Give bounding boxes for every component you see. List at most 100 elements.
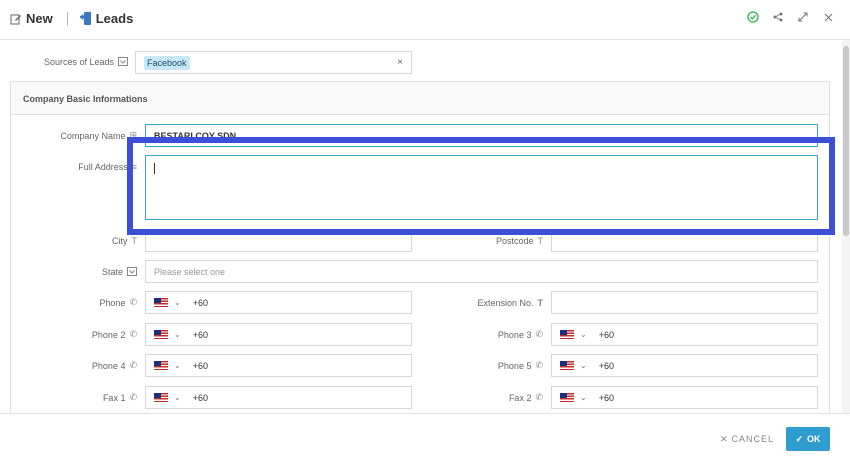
- text-icon: T: [131, 235, 138, 246]
- chevron-down-icon[interactable]: ⌄: [174, 298, 181, 307]
- close-icon[interactable]: [822, 11, 834, 23]
- phone2-label-group: Phone 2 ✆: [20, 327, 137, 342]
- header-title-group: New Leads: [10, 11, 133, 26]
- malaysia-flag-icon[interactable]: [154, 361, 168, 370]
- header-divider: [66, 11, 68, 26]
- extension-label-group: Extension No. T: [430, 295, 543, 310]
- address-label-group: Full Address ≡: [20, 159, 137, 174]
- phone5-input[interactable]: ⌄ +60: [551, 354, 818, 377]
- dropdown-icon: [118, 57, 128, 66]
- phone-icon: ✆: [535, 392, 543, 402]
- fax2-code: +60: [598, 392, 614, 403]
- state-label-group: State: [20, 264, 137, 279]
- chevron-down-icon[interactable]: ⌄: [580, 361, 587, 370]
- dropdown-icon: [127, 267, 137, 276]
- extension-input[interactable]: [551, 291, 818, 314]
- fax2-input[interactable]: ⌄ +60: [551, 386, 818, 409]
- clear-icon[interactable]: ×: [397, 57, 403, 68]
- sources-select[interactable]: Facebook ×: [135, 51, 412, 74]
- text-icon: T: [537, 235, 544, 246]
- chevron-down-icon[interactable]: ⌄: [174, 393, 181, 402]
- vertical-scrollbar[interactable]: [842, 40, 850, 413]
- phone-label-group: Phone ✆: [20, 295, 137, 310]
- fax1-input[interactable]: ⌄ +60: [145, 386, 412, 409]
- state-label: State: [101, 266, 123, 277]
- city-input[interactable]: [145, 229, 412, 252]
- phone3-input[interactable]: ⌄ +60: [551, 323, 818, 346]
- ok-button[interactable]: ✓ OK: [786, 427, 830, 451]
- address-label: Full Address: [78, 161, 128, 172]
- phone4-input[interactable]: ⌄ +60: [145, 354, 412, 377]
- city-label: City: [112, 235, 128, 246]
- dialog-footer: ✕ CANCEL ✓ OK: [0, 413, 850, 460]
- fax2-label-group: Fax 2 ✆: [430, 390, 543, 405]
- new-label: New: [26, 11, 53, 26]
- malaysia-flag-icon[interactable]: [560, 361, 574, 370]
- text-icon: ⊞: [129, 130, 137, 140]
- dialog-header: New Leads: [0, 0, 850, 40]
- check-icon: ✓: [795, 433, 804, 444]
- phone-icon: ✆: [535, 360, 543, 370]
- times-icon: ✕: [720, 433, 729, 444]
- malaysia-flag-icon[interactable]: [154, 298, 168, 307]
- text-icon: ≡: [131, 161, 137, 172]
- address-textarea[interactable]: [145, 155, 818, 220]
- sources-label-group: Sources of Leads: [20, 54, 128, 69]
- fax2-label: Fax 2: [508, 392, 532, 403]
- share-icon[interactable]: [772, 11, 784, 23]
- fax1-label-group: Fax 1 ✆: [20, 390, 137, 405]
- header-actions: [747, 11, 834, 23]
- dialog-body: Sources of Leads Facebook × Company Basi…: [0, 40, 842, 413]
- fax1-label: Fax 1: [102, 392, 126, 403]
- malaysia-flag-icon[interactable]: [154, 393, 168, 402]
- phone5-label: Phone 5: [497, 360, 532, 371]
- phone4-label: Phone 4: [91, 360, 126, 371]
- leads-icon: [79, 11, 92, 26]
- extension-label: Extension No.: [477, 297, 534, 308]
- city-label-group: City T: [20, 233, 137, 248]
- phone4-label-group: Phone 4 ✆: [20, 358, 137, 373]
- postcode-label-group: Postcode T: [430, 233, 543, 248]
- chevron-down-icon[interactable]: ⌄: [174, 361, 181, 370]
- phone-label: Phone: [99, 297, 126, 308]
- malaysia-flag-icon[interactable]: [560, 393, 574, 402]
- malaysia-flag-icon[interactable]: [560, 330, 574, 339]
- phone3-code: +60: [598, 329, 614, 340]
- phone-input[interactable]: ⌄ +60: [145, 291, 412, 314]
- scrollbar-thumb[interactable]: [843, 46, 849, 236]
- company-name-value: BESTARI COY SDN: [154, 130, 237, 141]
- state-placeholder: Please select one: [154, 266, 226, 277]
- phone-icon: ✆: [129, 329, 137, 339]
- phone5-code: +60: [598, 360, 614, 371]
- phone3-label-group: Phone 3 ✆: [430, 327, 543, 342]
- phone2-label: Phone 2: [91, 329, 126, 340]
- company-name-input[interactable]: BESTARI COY SDN: [145, 124, 818, 147]
- module-title: Leads: [95, 11, 134, 26]
- fax1-code: +60: [192, 392, 208, 403]
- sources-tag[interactable]: Facebook: [144, 55, 190, 70]
- postcode-input[interactable]: [551, 229, 818, 252]
- sources-label: Sources of Leads: [43, 56, 114, 67]
- state-select[interactable]: Please select one: [145, 260, 818, 283]
- phone-icon: ✆: [129, 360, 137, 370]
- phone2-input[interactable]: ⌄ +60: [145, 323, 412, 346]
- chevron-down-icon[interactable]: ⌄: [580, 330, 587, 339]
- cancel-button[interactable]: ✕ CANCEL: [720, 429, 774, 449]
- check-circle-icon[interactable]: [747, 11, 759, 23]
- phone3-label: Phone 3: [497, 329, 532, 340]
- text-icon: T: [537, 297, 544, 308]
- section-title: Company Basic Informations: [11, 82, 829, 115]
- company-name-label-group: Company Name ⊞: [20, 128, 137, 143]
- text-cursor: [154, 163, 155, 174]
- chevron-down-icon[interactable]: ⌄: [174, 330, 181, 339]
- chevron-down-icon[interactable]: ⌄: [580, 393, 587, 402]
- expand-icon[interactable]: [797, 11, 809, 23]
- phone4-code: +60: [192, 360, 208, 371]
- cancel-label: CANCEL: [731, 434, 775, 444]
- ok-label: OK: [807, 434, 821, 444]
- phone-icon: ✆: [129, 392, 137, 402]
- phone5-label-group: Phone 5 ✆: [430, 358, 543, 373]
- phone-icon: ✆: [535, 329, 543, 339]
- company-name-label: Company Name: [60, 130, 126, 141]
- malaysia-flag-icon[interactable]: [154, 330, 168, 339]
